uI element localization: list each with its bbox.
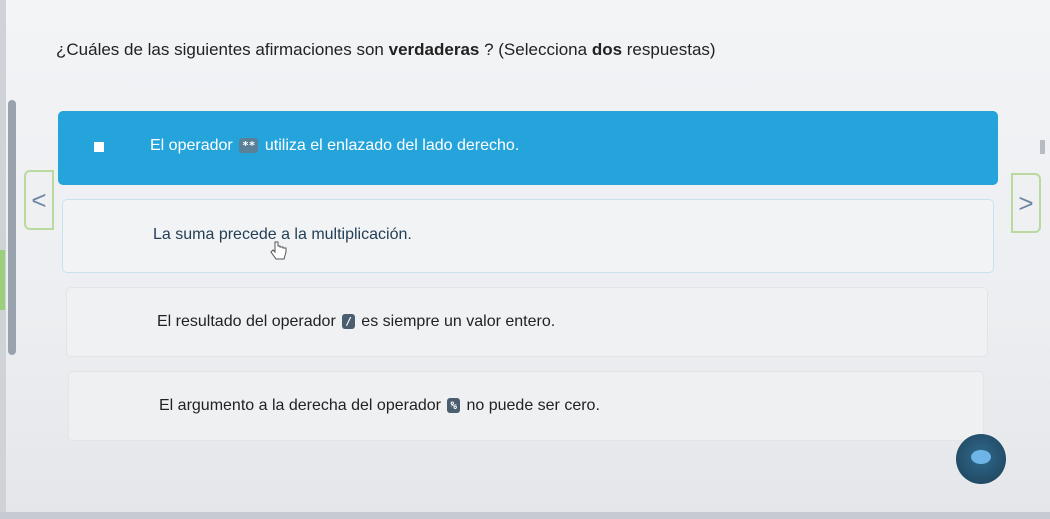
code-chip-power: ** — [239, 138, 259, 154]
checkbox-checked-icon[interactable] — [94, 142, 104, 152]
quiz-screen: ¿Cuáles de las siguientes afirmaciones s… — [0, 0, 1050, 519]
help-badge-icon[interactable] — [956, 434, 1006, 484]
option-3-pre: El resultado del operador — [157, 313, 341, 330]
option-4-pre: El argumento a la derecha del operador — [159, 397, 446, 414]
option-1-text: El operador ** utiliza el enlazado del l… — [150, 137, 519, 155]
question-middle: ? (Selecciona — [479, 40, 592, 59]
left-progress-marker — [0, 250, 5, 310]
question-suffix: respuestas) — [622, 40, 716, 59]
option-3-text: El resultado del operador / es siempre u… — [157, 313, 555, 331]
option-1-pre: El operador — [150, 137, 238, 154]
badge-glyph-icon — [971, 450, 991, 464]
question-bold-dos: dos — [591, 40, 623, 59]
hand-cursor-icon — [270, 241, 287, 260]
option-3-post: es siempre un valor entero. — [356, 313, 556, 330]
option-4[interactable]: El argumento a la derecha del operador %… — [68, 371, 984, 441]
option-1[interactable]: El operador ** utiliza el enlazado del l… — [58, 111, 998, 185]
question-bold-verdaderas: verdaderas — [388, 40, 480, 59]
option-1-post: utiliza el enlazado del lado derecho. — [260, 137, 520, 154]
question-prefix: ¿Cuáles de las siguientes afirmaciones s… — [56, 40, 389, 59]
chevron-left-icon: < — [31, 184, 47, 215]
question-text: ¿Cuáles de las siguientes afirmaciones s… — [56, 40, 716, 60]
option-2[interactable]: La suma precede a la multiplicación. — [62, 199, 994, 273]
option-3[interactable]: El resultado del operador / es siempre u… — [66, 287, 988, 357]
previous-button[interactable]: < — [24, 170, 54, 230]
scrollbar[interactable] — [8, 100, 16, 355]
option-4-post: no puede ser cero. — [462, 397, 600, 414]
code-chip-modulo: % — [447, 398, 461, 414]
bottom-bar — [0, 512, 1050, 519]
chevron-right-icon: > — [1018, 187, 1034, 218]
option-4-text: El argumento a la derecha del operador %… — [159, 397, 600, 415]
next-button[interactable]: > — [1011, 173, 1041, 233]
right-edge-marker — [1040, 140, 1045, 154]
code-chip-division: / — [342, 314, 355, 330]
